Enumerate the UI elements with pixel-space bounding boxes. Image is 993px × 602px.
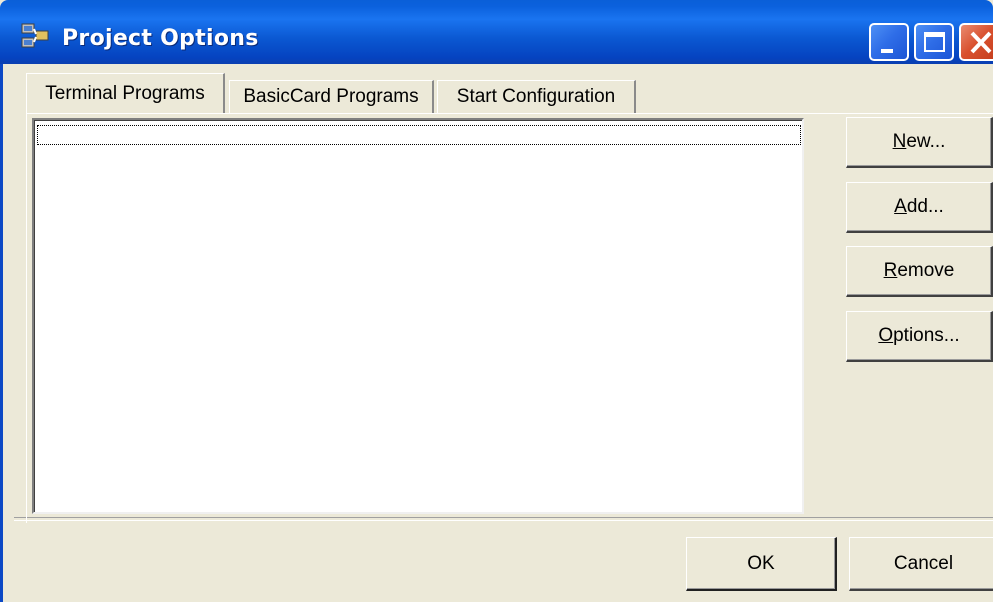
cancel-button[interactable]: Cancel [849, 537, 993, 591]
tab-label: Start Configuration [456, 86, 616, 107]
new-button-label: New... [892, 131, 946, 152]
add-button[interactable]: Add... [846, 182, 993, 233]
remove-button-label: Remove [883, 260, 955, 281]
ok-button-label: OK [747, 552, 775, 574]
new-button[interactable]: New... [846, 117, 993, 168]
window-title: Project Options [62, 26, 259, 51]
terminal-programs-list[interactable] [32, 118, 804, 514]
options-button-label: Options... [878, 325, 960, 346]
close-button[interactable] [959, 23, 993, 61]
options-button[interactable]: Options... [846, 311, 993, 362]
remove-button[interactable]: Remove [846, 246, 993, 297]
list-focus-rect [37, 125, 801, 145]
tab-start-configuration[interactable]: Start Configuration [437, 80, 636, 113]
add-button-label: Add... [894, 196, 944, 217]
tab-basiccard-programs[interactable]: BasicCard Programs [229, 80, 434, 113]
title-bar[interactable]: Project Options [0, 0, 993, 64]
tab-label: BasicCard Programs [243, 86, 419, 107]
maximize-button[interactable] [914, 23, 954, 61]
cancel-button-label: Cancel [893, 552, 954, 574]
maximize-icon [924, 32, 945, 52]
close-icon [970, 31, 992, 54]
project-options-icon[interactable] [20, 22, 50, 52]
tab-terminal-programs[interactable]: Terminal Programs [26, 73, 225, 113]
tab-label: Terminal Programs [45, 82, 205, 104]
ok-button[interactable]: OK [686, 537, 837, 591]
minimize-icon [881, 49, 893, 53]
minimize-button[interactable] [869, 23, 909, 61]
